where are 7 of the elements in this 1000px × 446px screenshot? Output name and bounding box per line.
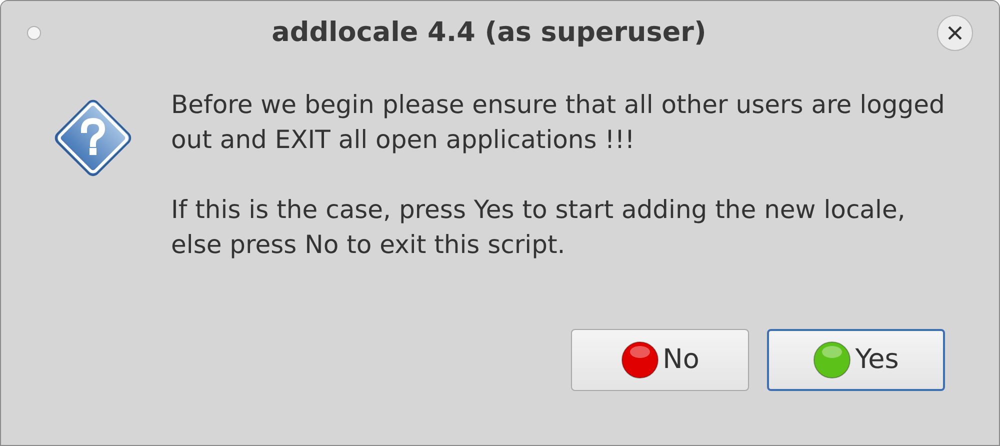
dialog-button[interactable]: No — [571, 329, 749, 391]
close-button[interactable] — [937, 15, 973, 51]
close-icon — [947, 25, 963, 41]
dialog-button[interactable]: Yes — [767, 329, 945, 391]
message-text: If this is the case, press Yes to start adding the new locale, else press No to exit this script. — [171, 194, 906, 261]
message-text: Before we begin please ensure that all other users are logged out and EXIT all open applications !!! — [171, 89, 946, 156]
window-title: addlocale 4.4 (as superuser) — [270, 16, 708, 50]
